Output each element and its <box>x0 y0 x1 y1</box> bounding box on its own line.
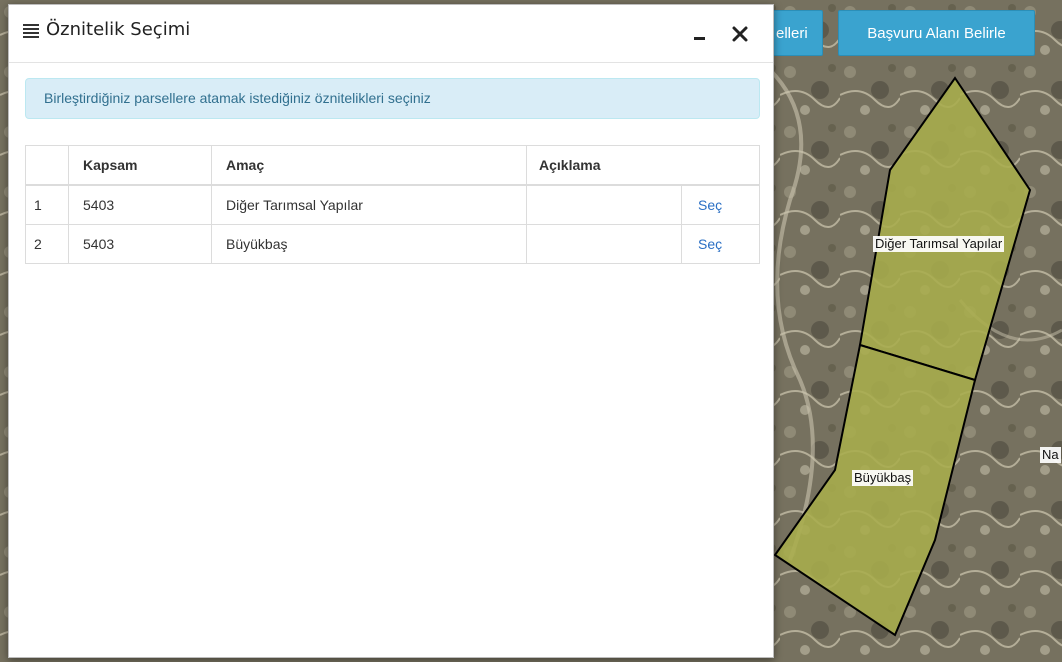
table-row: 1 5403 Diğer Tarımsal Yapılar Seç <box>25 184 760 225</box>
header-no <box>25 145 69 186</box>
row-action-cell: Seç <box>681 184 760 225</box>
dialog-header[interactable]: Öznitelik Seçimi <box>9 5 773 63</box>
row-amac: Diğer Tarımsal Yapılar <box>211 184 527 225</box>
row-aciklama <box>526 184 682 225</box>
map-label-partial: Na <box>1040 447 1061 463</box>
row-action-cell: Seç <box>681 224 760 264</box>
table-header-row: Kapsam Amaç Açıklama <box>25 145 760 186</box>
row-aciklama <box>526 224 682 264</box>
table-row: 2 5403 Büyükbaş Seç <box>25 224 760 264</box>
hamburger-icon[interactable] <box>23 23 41 39</box>
header-kapsam: Kapsam <box>68 145 212 186</box>
select-link[interactable]: Seç <box>698 197 722 213</box>
minimize-icon[interactable] <box>691 25 709 43</box>
row-number: 1 <box>25 184 69 225</box>
close-icon[interactable] <box>731 25 749 43</box>
map-label-buyukbas: Büyükbaş <box>852 470 914 486</box>
header-amac: Amaç <box>211 145 527 186</box>
attribute-table: Kapsam Amaç Açıklama 1 5403 Diğer Tarıms… <box>25 145 760 264</box>
header-action <box>681 145 760 186</box>
row-number: 2 <box>25 224 69 264</box>
apply-area-button[interactable]: Başvuru Alanı Belirle <box>838 10 1035 56</box>
header-aciklama: Açıklama <box>526 145 682 186</box>
info-alert: Birleştirdiğiniz parsellere atamak isted… <box>25 78 760 119</box>
select-link[interactable]: Seç <box>698 236 722 252</box>
dialog-title: Öznitelik Seçimi <box>46 19 191 40</box>
row-amac: Büyükbaş <box>211 224 527 264</box>
row-kapsam: 5403 <box>68 184 212 225</box>
attribute-selection-dialog: Öznitelik Seçimi Birleştirdiğiniz parsel… <box>8 4 774 658</box>
map-label-diger: Diğer Tarımsal Yapılar <box>873 236 1005 252</box>
row-kapsam: 5403 <box>68 224 212 264</box>
